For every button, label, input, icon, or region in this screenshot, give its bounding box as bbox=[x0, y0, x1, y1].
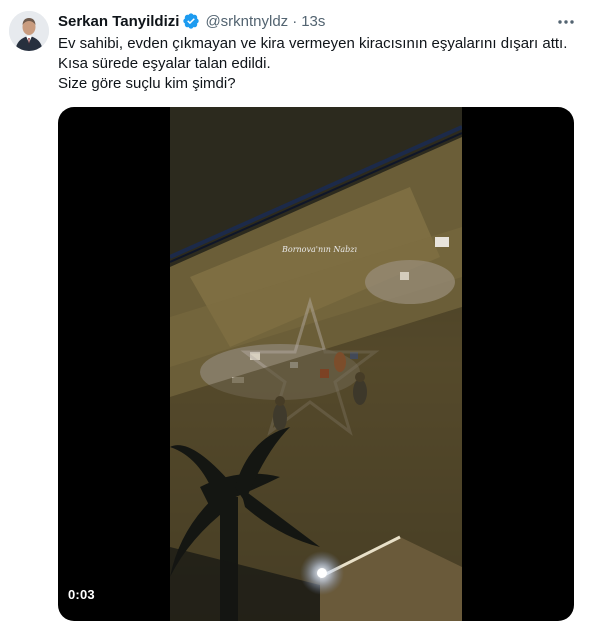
author-handle[interactable]: @srkntnyldz bbox=[205, 13, 288, 30]
tweet-text-line: Size göre suçlu kim şimdi? bbox=[58, 75, 236, 92]
video-scene bbox=[170, 107, 462, 621]
tweet-text-line: Kısa sürede eşyalar talan edildi. bbox=[58, 55, 271, 72]
author-name[interactable]: Serkan Tanyildizi bbox=[58, 13, 179, 30]
verified-badge-icon bbox=[182, 12, 200, 30]
avatar-photo bbox=[9, 11, 49, 51]
avatar[interactable] bbox=[9, 11, 49, 51]
tweet-timestamp[interactable]: 13s bbox=[301, 13, 325, 30]
tweet-header: Serkan Tanyildizi @srkntnyldz · 13s bbox=[58, 11, 325, 31]
tweet-text: Ev sahibi, evden çıkmayan ve kira vermey… bbox=[58, 34, 578, 94]
more-options-icon[interactable] bbox=[556, 12, 576, 32]
tweet-text-line: Ev sahibi, evden çıkmayan ve kira vermey… bbox=[58, 35, 568, 52]
video-watermark: Bornova'nın Nabzı bbox=[282, 245, 358, 254]
video-player[interactable]: Bornova'nın Nabzı 0:03 bbox=[58, 107, 574, 621]
video-duration: 0:03 bbox=[68, 587, 95, 602]
video-frame[interactable]: Bornova'nın Nabzı bbox=[170, 107, 462, 621]
separator-dot: · bbox=[292, 12, 298, 30]
